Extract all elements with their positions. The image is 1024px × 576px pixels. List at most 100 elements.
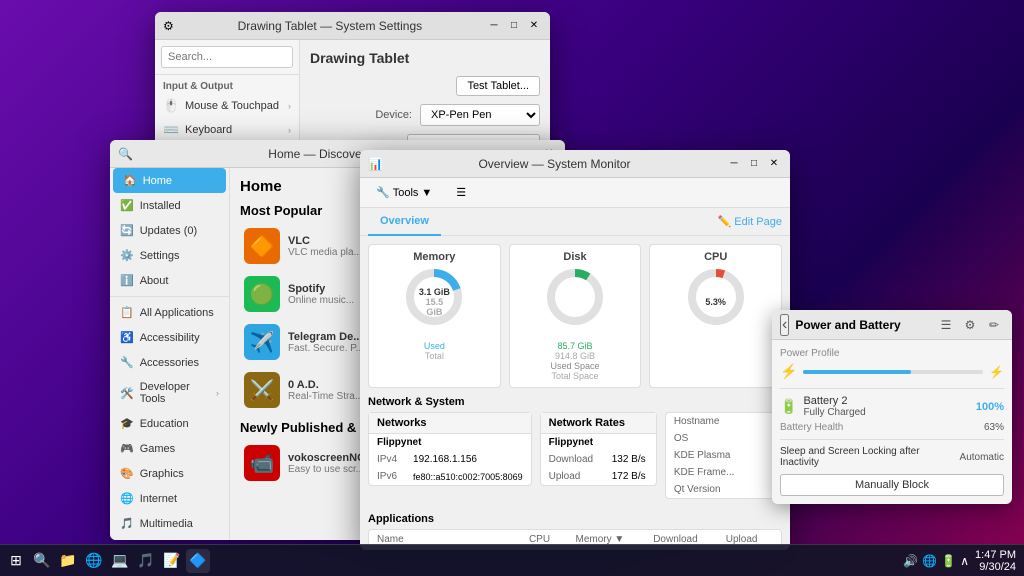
sidebar-settings[interactable]: ⚙️ Settings [110, 243, 229, 268]
memory-used-label: 3.1 GiB 15.5 GiB [417, 287, 452, 317]
memory-sub-total: Total [375, 351, 494, 361]
cpu-card: CPU 5.3% [649, 244, 782, 388]
sidebar-accessories[interactable]: 🔧Accessories [110, 350, 229, 375]
networks-header: Networks [369, 413, 531, 434]
telegram-icon: ✈️ [244, 324, 280, 360]
ipv6-label: IPv6 [369, 468, 405, 485]
sidebar-all-apps[interactable]: 📋All Applications [110, 300, 229, 325]
ipv4-value: 192.168.1.156 [405, 451, 531, 468]
system-info-col: Hostname OS KDE Plasma KDE Frame... Qt V… [665, 412, 782, 507]
sidebar-education[interactable]: 🎓Education [110, 411, 229, 436]
edit-page-button[interactable]: ✏️ Edit Page [718, 215, 782, 228]
tray-chevron[interactable]: ∧ [960, 554, 969, 568]
taskbar-time-display: 1:47 PM [975, 549, 1016, 561]
power-edit-button[interactable]: ✏ [984, 315, 1004, 335]
test-tablet-button[interactable]: Test Tablet... [456, 76, 540, 96]
taskbar-files-icon[interactable]: 📁 [56, 549, 80, 573]
cpu-donut: 5.3% [681, 267, 751, 337]
download-value: 132 B/s [604, 451, 656, 468]
mouse-icon: 🖱️ [163, 98, 179, 114]
power-list-button[interactable]: ☰ [936, 315, 956, 335]
sys-settings-icon: ⚙ [163, 19, 174, 33]
power-slider[interactable] [803, 370, 983, 374]
upload-label: Upload [541, 468, 604, 485]
sidebar-home[interactable]: 🏠Home [113, 168, 226, 193]
tools-label: Tools [393, 187, 419, 199]
settings-label: Settings [140, 250, 180, 262]
sidebar-multimedia[interactable]: 🎵Multimedia [110, 511, 229, 536]
tray-icon-2[interactable]: 🌐 [922, 554, 937, 568]
sidebar-games[interactable]: 🎮Games [110, 436, 229, 461]
power-profile-row: ⚡ ⚡ [780, 363, 1004, 380]
sidebar-dev-tools[interactable]: 🛠️Developer Tools› [110, 375, 229, 411]
home-icon: 🏠 [123, 174, 137, 187]
taskbar-app1-icon[interactable]: 🔷 [186, 549, 210, 573]
system-info-section: Hostname OS KDE Plasma KDE Frame... Qt V… [665, 412, 782, 499]
sidebar-internet[interactable]: 🌐Internet [110, 486, 229, 511]
power-back-button[interactable]: ‹ [780, 314, 789, 336]
sysmon-tab-bar: Overview ✏️ Edit Page [360, 208, 790, 236]
disk-total-label: Total Space [516, 371, 635, 381]
sidebar-office[interactable]: 📄Office [110, 536, 229, 540]
tab-overview[interactable]: Overview [368, 208, 441, 236]
upload-row: Upload 172 B/s [541, 468, 656, 485]
battery-row: 🔋 Battery 2 Fully Charged 100% [780, 395, 1004, 418]
sidebar-item-mouse[interactable]: 🖱️Mouse & Touchpad› [155, 94, 299, 118]
multimedia-icon: 🎵 [120, 517, 134, 530]
taskbar-browser-icon[interactable]: 🌐 [82, 549, 106, 573]
chevron-icon: › [288, 125, 291, 135]
battery-icon: 🔋 [780, 398, 797, 415]
sysmon-titlebar: 📊 Overview — System Monitor ─ □ ✕ [360, 150, 790, 178]
about-icon: ℹ️ [120, 274, 134, 287]
tray-icon-1[interactable]: 🔊 [903, 554, 918, 568]
sidebar-search-input[interactable] [161, 46, 293, 68]
power-divider-2 [780, 439, 1004, 440]
network-rates-header: Network Rates [541, 413, 656, 434]
sidebar-installed[interactable]: ✅Installed [110, 193, 229, 218]
power-title: Power and Battery [795, 318, 930, 332]
sidebar-about[interactable]: ℹ️ About [110, 268, 229, 293]
memory-used: 3.1 GiB [417, 287, 452, 297]
taskbar-terminal-icon[interactable]: 💻 [108, 549, 132, 573]
tray-icon-3[interactable]: 🔋 [941, 554, 956, 568]
sysmon-maximize[interactable]: □ [746, 156, 762, 172]
vlc-icon: 🔶 [244, 228, 280, 264]
taskbar-datetime[interactable]: 1:47 PM 9/30/24 [975, 549, 1016, 573]
taskbar-date-display: 9/30/24 [975, 561, 1016, 573]
sidebar-updates[interactable]: 🔄Updates (0) [110, 218, 229, 243]
sysmon-close[interactable]: ✕ [766, 156, 782, 172]
devtools-icon: 🛠️ [120, 387, 134, 400]
device-select[interactable]: XP-Pen Pen [420, 104, 540, 126]
sidebar-item-keyboard[interactable]: ⌨️Keyboard› [155, 118, 299, 142]
memory-card: Memory 3.1 GiB 15.5 GiB Used Total [368, 244, 501, 388]
games-label: Games [140, 443, 175, 455]
sysmon-minimize[interactable]: ─ [726, 156, 742, 172]
sysmon-toolbar: 🔧 Tools ▼ ☰ [360, 178, 790, 208]
minimize-button[interactable]: ─ [486, 18, 502, 34]
tools-button[interactable]: 🔧 Tools ▼ [368, 184, 440, 201]
disk-sub: 85.7 GiB 914.8 GiB [516, 341, 635, 361]
maximize-button[interactable]: □ [506, 18, 522, 34]
taskbar-text-icon[interactable]: 📝 [160, 549, 184, 573]
sidebar-search-area [155, 40, 299, 75]
sidebar-accessibility[interactable]: ♿Accessibility [110, 325, 229, 350]
sysmon-title: Overview — System Monitor [389, 157, 720, 171]
memory-sub-used: Used [375, 341, 494, 351]
keyboard-label: Keyboard [185, 124, 232, 136]
settings-icon: ⚙️ [120, 249, 134, 262]
disk-total-space: 914.8 GiB [516, 351, 635, 361]
hamburger-button[interactable]: ☰ [448, 184, 474, 201]
power-settings-button[interactable]: ⚙ [960, 315, 980, 335]
graphics-label: Graphics [140, 468, 184, 480]
close-button[interactable]: ✕ [526, 18, 542, 34]
sidebar-graphics[interactable]: 🎨Graphics [110, 461, 229, 486]
download-label: Download [541, 451, 604, 468]
taskbar-search-icon[interactable]: 🔍 [30, 549, 54, 573]
about-label: About [140, 275, 169, 287]
manually-block-button[interactable]: Manually Block [780, 474, 1004, 496]
page-title: Drawing Tablet [310, 50, 540, 66]
tools-icon: 🔧 [376, 186, 390, 199]
taskbar-music-icon[interactable]: 🎵 [134, 549, 158, 573]
taskbar-start-icon[interactable]: ⊞ [4, 549, 28, 573]
network-columns: Networks Flippynet IPv4 192.168.1.156 IP… [368, 412, 782, 507]
